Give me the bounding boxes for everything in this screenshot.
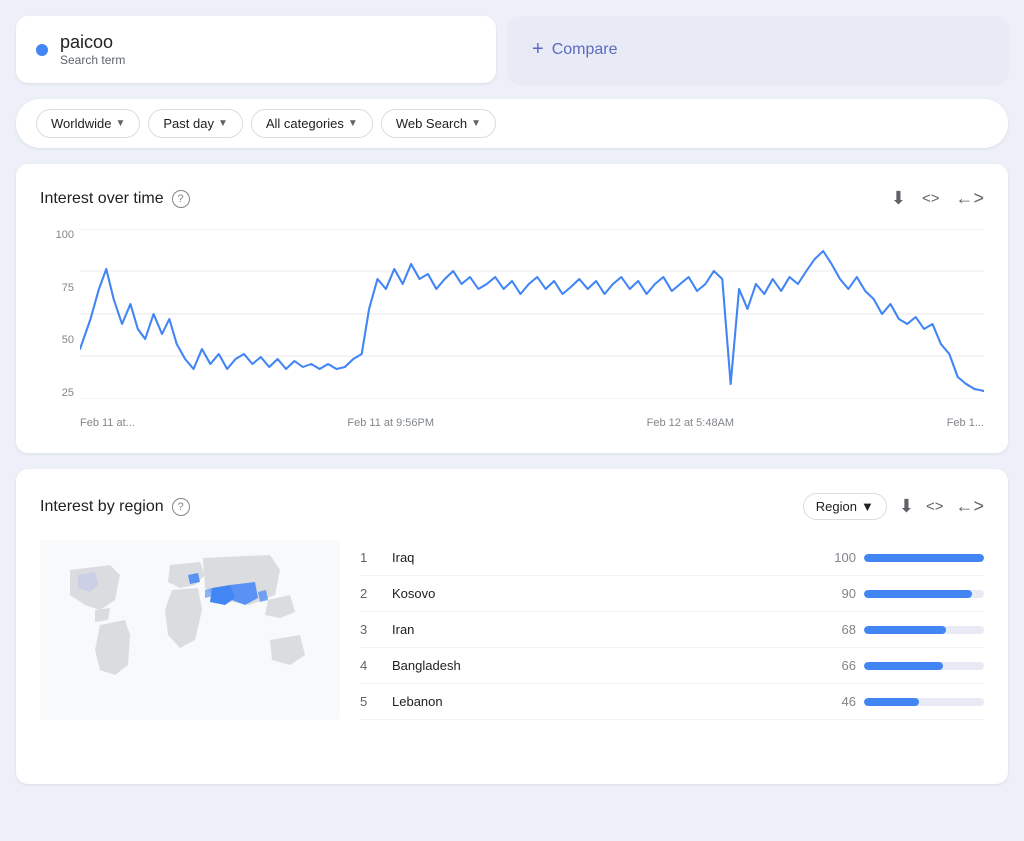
region-dropdown-label: Region (816, 499, 857, 514)
region-bar-container (864, 554, 984, 562)
region-name: Iraq (392, 550, 812, 565)
region-row-4: 4 Bangladesh 66 (360, 648, 984, 684)
region-header-actions: Region ▼ ⬇ <> ←> (803, 493, 984, 520)
y-label-75: 75 (62, 282, 74, 294)
card-header: Interest over time ? ⬇ <> ←> (40, 188, 984, 209)
filters-bar: Worldwide ▼ Past day ▼ All categories ▼ … (16, 99, 1008, 148)
trend-chart-svg (80, 229, 984, 399)
x-label-1: Feb 11 at 9:56PM (347, 417, 434, 429)
interest-by-region-card: Interest by region ? Region ▼ ⬇ <> ←> (16, 469, 1008, 784)
region-rank: 4 (360, 658, 384, 673)
filter-category[interactable]: All categories ▼ (251, 109, 373, 138)
region-row-2: 2 Kosovo 90 (360, 576, 984, 612)
help-icon[interactable]: ? (172, 190, 190, 208)
region-title-row: Interest by region ? (40, 498, 190, 516)
chevron-down-icon: ▼ (861, 499, 874, 514)
region-content: 1 Iraq 100 2 Kosovo 90 3 Iran 68 (40, 540, 984, 760)
region-help-icon[interactable]: ? (172, 498, 190, 516)
y-label-100: 100 (56, 229, 74, 241)
interest-over-time-title: Interest over time (40, 190, 164, 208)
chart-container: 100 75 50 25 Feb 11 at... Feb 11 (40, 229, 984, 429)
x-label-3: Feb 1... (947, 417, 984, 429)
x-axis-labels: Feb 11 at... Feb 11 at 9:56PM Feb 12 at … (80, 401, 984, 429)
share-icon[interactable]: ←> (955, 188, 984, 209)
region-rank: 5 (360, 694, 384, 709)
region-value: 100 (820, 550, 856, 565)
search-term-card: paicoo Search term (16, 16, 496, 83)
card-title-row: Interest over time ? (40, 190, 190, 208)
region-value: 66 (820, 658, 856, 673)
term-name: paicoo (60, 32, 125, 53)
region-name: Lebanon (392, 694, 812, 709)
region-card-header: Interest by region ? Region ▼ ⬇ <> ←> (40, 493, 984, 520)
region-bar (864, 662, 943, 670)
region-bar (864, 554, 984, 562)
filter-geo[interactable]: Worldwide ▼ (36, 109, 140, 138)
region-name: Iran (392, 622, 812, 637)
region-value: 68 (820, 622, 856, 637)
chevron-down-icon: ▼ (348, 118, 358, 129)
region-row-3: 3 Iran 68 (360, 612, 984, 648)
region-value: 46 (820, 694, 856, 709)
region-row-5: 5 Lebanon 46 (360, 684, 984, 720)
region-name: Kosovo (392, 586, 812, 601)
interest-over-time-card: Interest over time ? ⬇ <> ←> 100 75 50 2… (16, 164, 1008, 453)
plus-icon: + (532, 38, 544, 61)
embed-icon[interactable]: <> (922, 190, 940, 207)
region-name: Bangladesh (392, 658, 812, 673)
region-list: 1 Iraq 100 2 Kosovo 90 3 Iran 68 (360, 540, 984, 720)
region-rank: 2 (360, 586, 384, 601)
region-bar (864, 698, 919, 706)
download-icon[interactable]: ⬇ (891, 188, 906, 209)
chevron-down-icon: ▼ (218, 118, 228, 129)
search-dot (36, 44, 48, 56)
chart-svg-area (80, 229, 984, 399)
filter-category-label: All categories (266, 116, 344, 131)
y-label-25: 25 (62, 387, 74, 399)
region-rank: 1 (360, 550, 384, 565)
compare-card[interactable]: + Compare (508, 16, 1008, 83)
chevron-down-icon: ▼ (471, 118, 481, 129)
filter-time-label: Past day (163, 116, 214, 131)
region-row-1: 1 Iraq 100 (360, 540, 984, 576)
region-bar-container (864, 698, 984, 706)
x-label-2: Feb 12 at 5:48AM (647, 417, 734, 429)
card-actions: ⬇ <> ←> (891, 188, 984, 209)
x-label-0: Feb 11 at... (80, 417, 135, 429)
world-map (40, 540, 340, 760)
region-bar-container (864, 662, 984, 670)
filter-time[interactable]: Past day ▼ (148, 109, 243, 138)
world-map-svg (40, 540, 340, 720)
region-bar-container (864, 626, 984, 634)
region-dropdown[interactable]: Region ▼ (803, 493, 887, 520)
region-rank: 3 (360, 622, 384, 637)
region-bar (864, 590, 972, 598)
y-label-50: 50 (62, 334, 74, 346)
compare-label: Compare (552, 41, 618, 59)
y-axis-labels: 100 75 50 25 (40, 229, 80, 399)
search-term-info: paicoo Search term (60, 32, 125, 67)
region-value: 90 (820, 586, 856, 601)
region-bar (864, 626, 946, 634)
chevron-down-icon: ▼ (115, 118, 125, 129)
term-type: Search term (60, 53, 125, 67)
filter-search-type[interactable]: Web Search ▼ (381, 109, 496, 138)
filter-search-type-label: Web Search (396, 116, 467, 131)
region-embed-icon[interactable]: <> (926, 498, 944, 515)
region-bar-container (864, 590, 984, 598)
interest-by-region-title: Interest by region (40, 498, 164, 516)
filter-geo-label: Worldwide (51, 116, 111, 131)
region-download-icon[interactable]: ⬇ (899, 496, 914, 517)
region-share-icon[interactable]: ←> (955, 496, 984, 517)
